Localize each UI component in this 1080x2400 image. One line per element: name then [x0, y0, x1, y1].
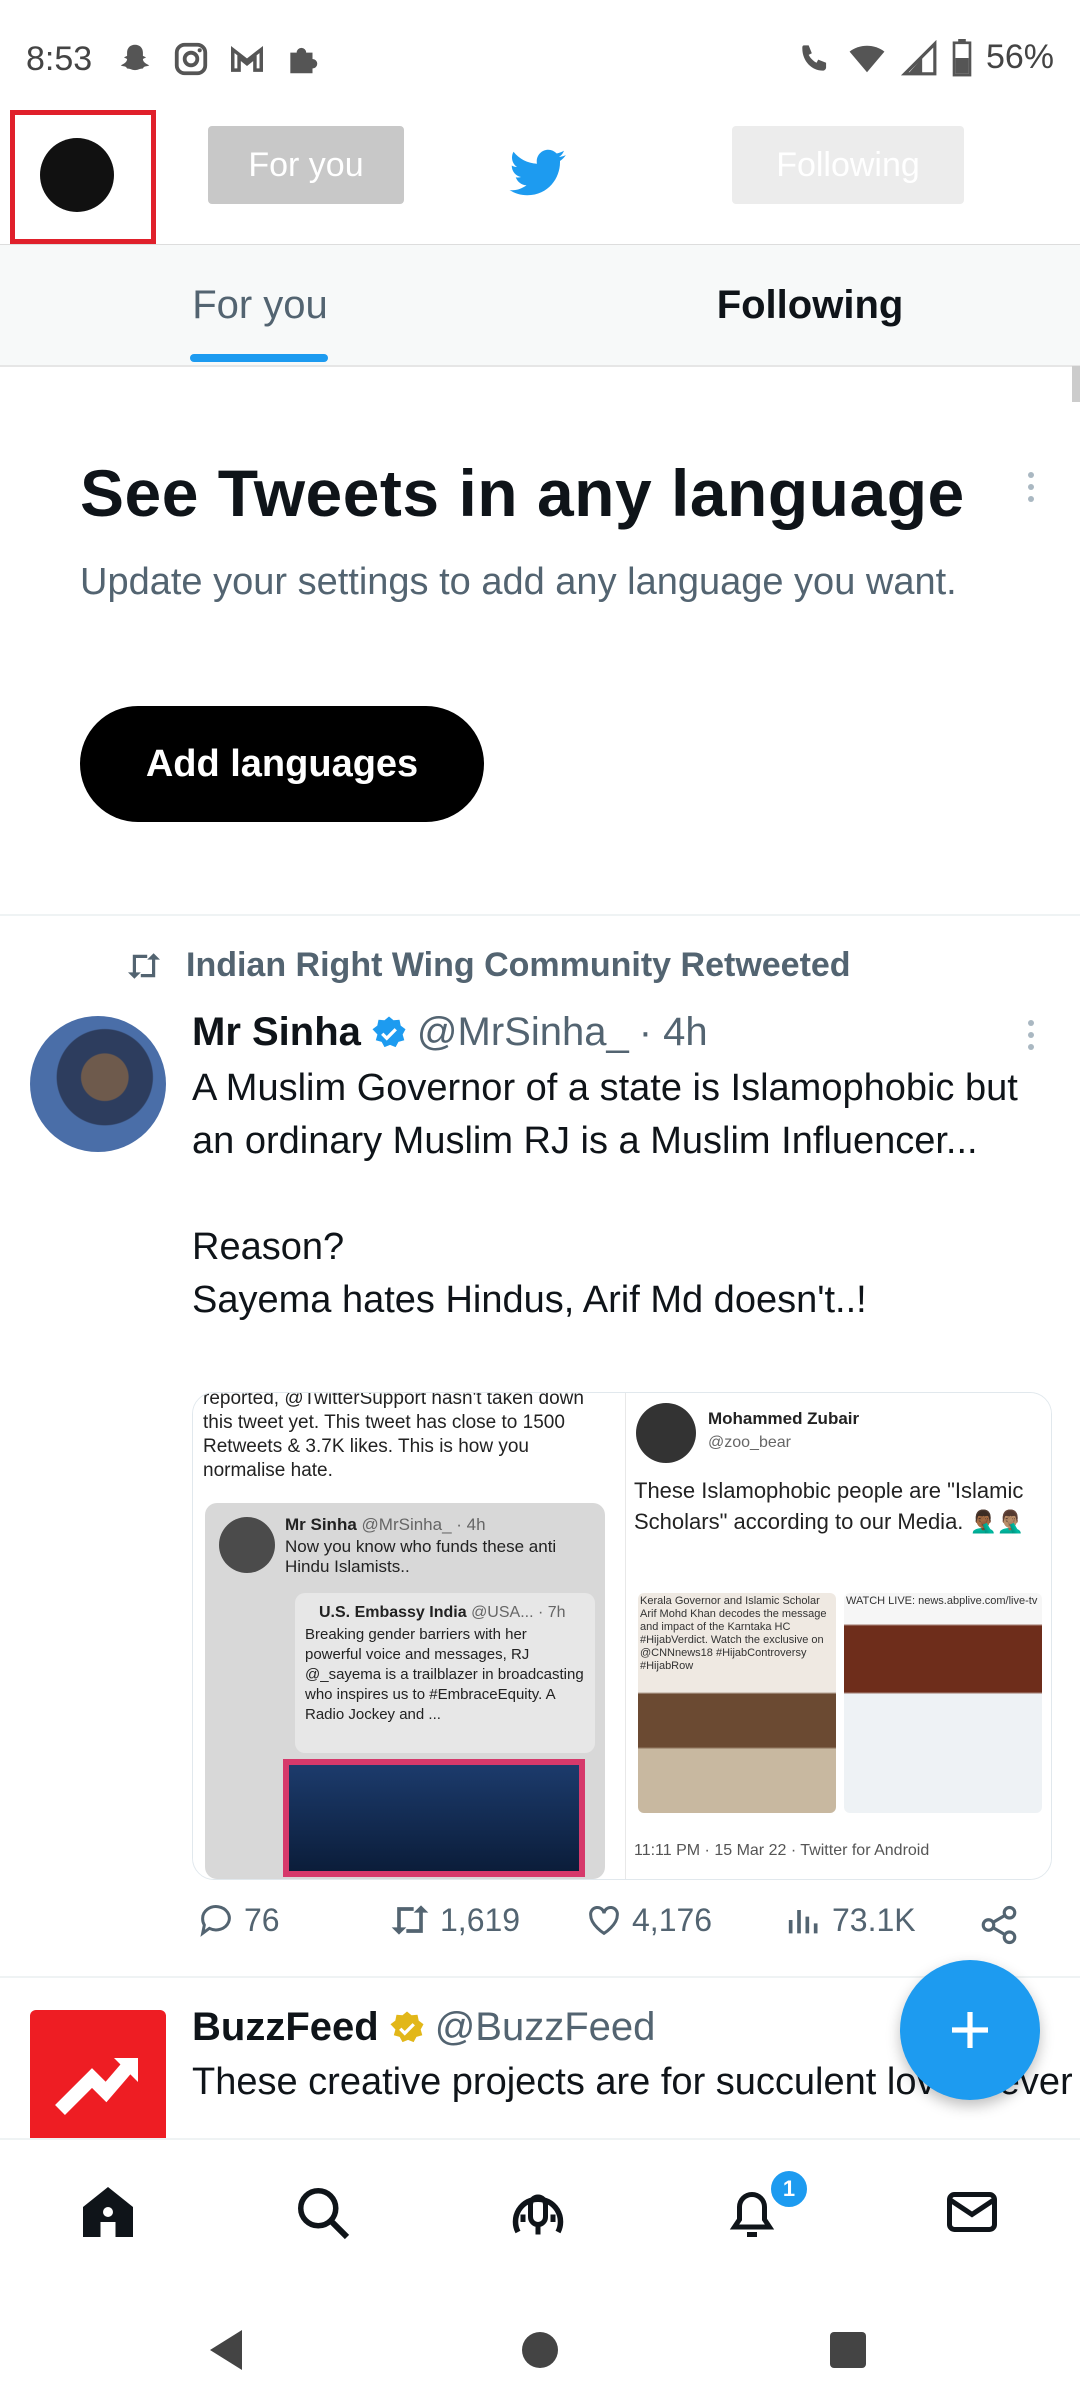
- retweet-context: Indian Right Wing Community Retweeted: [124, 946, 851, 985]
- zubair-name: Mohammed Zubair: [708, 1409, 860, 1428]
- quote-header: Mr Sinha @MrSinha_ · 4h: [285, 1513, 595, 1537]
- recents-icon[interactable]: [828, 2330, 868, 2370]
- retweet-count: 1,619: [440, 1901, 521, 1938]
- share-icon[interactable]: [978, 1904, 1020, 1946]
- header-pill-for-you[interactable]: For you: [208, 126, 404, 204]
- inner-quote-handle: @USA... · 7h: [471, 1604, 566, 1621]
- divider: [0, 914, 1080, 916]
- home-icon[interactable]: [78, 2182, 138, 2242]
- compose-tweet-button[interactable]: [900, 1960, 1040, 2100]
- inner-quote-name: U.S. Embassy India: [319, 1604, 467, 1621]
- reply-icon: [200, 1905, 231, 1937]
- zubair-footer: 11:11 PM · 15 Mar 22 · Twitter for Andro…: [634, 1842, 930, 1859]
- views-icon: [788, 1910, 818, 1934]
- heart-icon: [589, 1906, 619, 1936]
- quote-avatar: [219, 1517, 275, 1573]
- tweet-actions: 76 1,619 4,176 73.1K: [192, 1900, 1042, 1960]
- zubair-text: These Islamophobic people are "Islamic S…: [634, 1478, 1025, 1534]
- media-left-top-text: reported, @TwitterSupport hasn't taken d…: [203, 1392, 584, 1481]
- views-count: 73.1K: [832, 1901, 916, 1938]
- system-navigation-bar: [0, 2282, 1080, 2400]
- spaces-icon[interactable]: [508, 2182, 568, 2242]
- verified-badge-icon: [372, 1016, 406, 1047]
- inner-quote-header: U.S. Embassy India @USA... · 7h: [319, 1601, 589, 1625]
- tweet-author-name[interactable]: Mr Sinha: [192, 1010, 361, 1055]
- tab-following[interactable]: Following: [540, 245, 1080, 365]
- tweet2-author-name[interactable]: BuzzFeed: [192, 2005, 379, 2050]
- status-time: 8:53: [26, 40, 93, 78]
- reply-action[interactable]: 76: [196, 1900, 280, 1940]
- wifi-icon: [849, 45, 885, 72]
- inner-quote-photo: [283, 1759, 585, 1877]
- promo-title: See Tweets in any language: [80, 456, 965, 530]
- search-icon[interactable]: [292, 2182, 352, 2242]
- status-left-icons: [116, 40, 322, 78]
- instagram-icon: [174, 42, 208, 76]
- like-action[interactable]: 4,176: [584, 1900, 712, 1940]
- bottom-navigation: [0, 2138, 1080, 2284]
- divider: [0, 1976, 1080, 1978]
- battery-percent: 56%: [985, 38, 1054, 76]
- promo-subtitle: Update your settings to add any language…: [80, 561, 957, 603]
- twitter-bird-icon[interactable]: [508, 148, 568, 200]
- buzzfeed-logo-icon: [55, 2058, 138, 2115]
- zubair-image-left: Kerala Governor and Islamic Scholar Arif…: [638, 1593, 836, 1813]
- zubair-image-right: WATCH LIVE: news.abplive.com/live-tv: [844, 1593, 1042, 1813]
- reply-count: 76: [244, 1901, 280, 1938]
- tab-for-you[interactable]: For you: [0, 245, 520, 365]
- status-bar: 8:53 56%: [0, 0, 1080, 110]
- active-tab-indicator: [190, 354, 328, 362]
- quote-handle: @MrSinha_ · 4h: [361, 1515, 486, 1534]
- tweet-author-handle[interactable]: @MrSinha_: [417, 1010, 629, 1055]
- tweet-time: · 4h: [638, 1010, 708, 1054]
- views-action[interactable]: 73.1K: [784, 1900, 916, 1940]
- inner-quote: U.S. Embassy India @USA... · 7h Breaking…: [295, 1593, 595, 1753]
- tweet2-header: BuzzFeed @BuzzFeed: [192, 2005, 655, 2050]
- status-right-icons: 56%: [796, 38, 1054, 77]
- retweet-icon: [391, 1905, 429, 1935]
- back-icon[interactable]: [206, 2328, 246, 2372]
- scrollbar[interactable]: [1072, 366, 1080, 402]
- header-pill-following[interactable]: Following: [732, 126, 964, 204]
- plus-icon: [952, 2012, 988, 2048]
- add-languages-button[interactable]: Add languages: [80, 706, 484, 822]
- quote-text: Now you know who funds these anti Hindu …: [285, 1537, 557, 1576]
- retweet-action[interactable]: 1,619: [388, 1900, 520, 1940]
- like-count: 4,176: [632, 1901, 713, 1938]
- profile-avatar[interactable]: [40, 138, 114, 212]
- zubair-avatar: [636, 1403, 696, 1463]
- snapchat-icon: [120, 44, 150, 71]
- media-left-quote: Mr Sinha @MrSinha_ · 4h Now you know who…: [205, 1503, 605, 1879]
- puzzle-icon: [290, 47, 318, 74]
- quote-name: Mr Sinha: [285, 1515, 357, 1534]
- inner-quote-text: Breaking gender barriers with her powerf…: [305, 1626, 584, 1723]
- promo-more-icon[interactable]: [1028, 472, 1036, 502]
- timeline-tabs: For you Following: [0, 244, 1080, 367]
- gmail-icon: [231, 45, 263, 72]
- zubair-caption-right: WATCH LIVE: news.abplive.com/live-tv: [846, 1595, 1038, 1607]
- tweet-text: A Muslim Governor of a state is Islamoph…: [192, 1067, 1018, 1321]
- battery-icon: [952, 38, 972, 76]
- notifications-badge: 1: [768, 2168, 810, 2210]
- tweet-media[interactable]: reported, @TwitterSupport hasn't taken d…: [192, 1392, 1052, 1880]
- retweet-icon: [128, 952, 160, 979]
- buzzfeed-avatar[interactable]: [30, 2010, 166, 2144]
- signal-icon: [900, 39, 937, 75]
- messages-icon[interactable]: [942, 2182, 1002, 2242]
- home-circle-icon[interactable]: [520, 2330, 560, 2370]
- tweet2-author-handle[interactable]: @BuzzFeed: [435, 2005, 656, 2050]
- tweet-header: Mr Sinha @MrSinha_ · 4h: [192, 1010, 708, 1055]
- zubair-caption-left: Kerala Governor and Islamic Scholar Arif…: [640, 1595, 827, 1672]
- media-image-left[interactable]: reported, @TwitterSupport hasn't taken d…: [193, 1393, 613, 1879]
- retweeted-by[interactable]: Indian Right Wing Community Retweeted: [186, 946, 851, 985]
- wifi-call-icon: [802, 44, 827, 71]
- zubair-handle: @zoo_bear: [708, 1434, 791, 1451]
- verified-gold-badge-icon: [390, 2011, 424, 2042]
- media-image-right[interactable]: Mohammed Zubair @zoo_bear These Islamoph…: [625, 1393, 1051, 1879]
- tweet-more-icon[interactable]: [1028, 1020, 1036, 1050]
- tweet-author-avatar[interactable]: [30, 1016, 166, 1152]
- zubair-header: Mohammed Zubair: [708, 1407, 859, 1431]
